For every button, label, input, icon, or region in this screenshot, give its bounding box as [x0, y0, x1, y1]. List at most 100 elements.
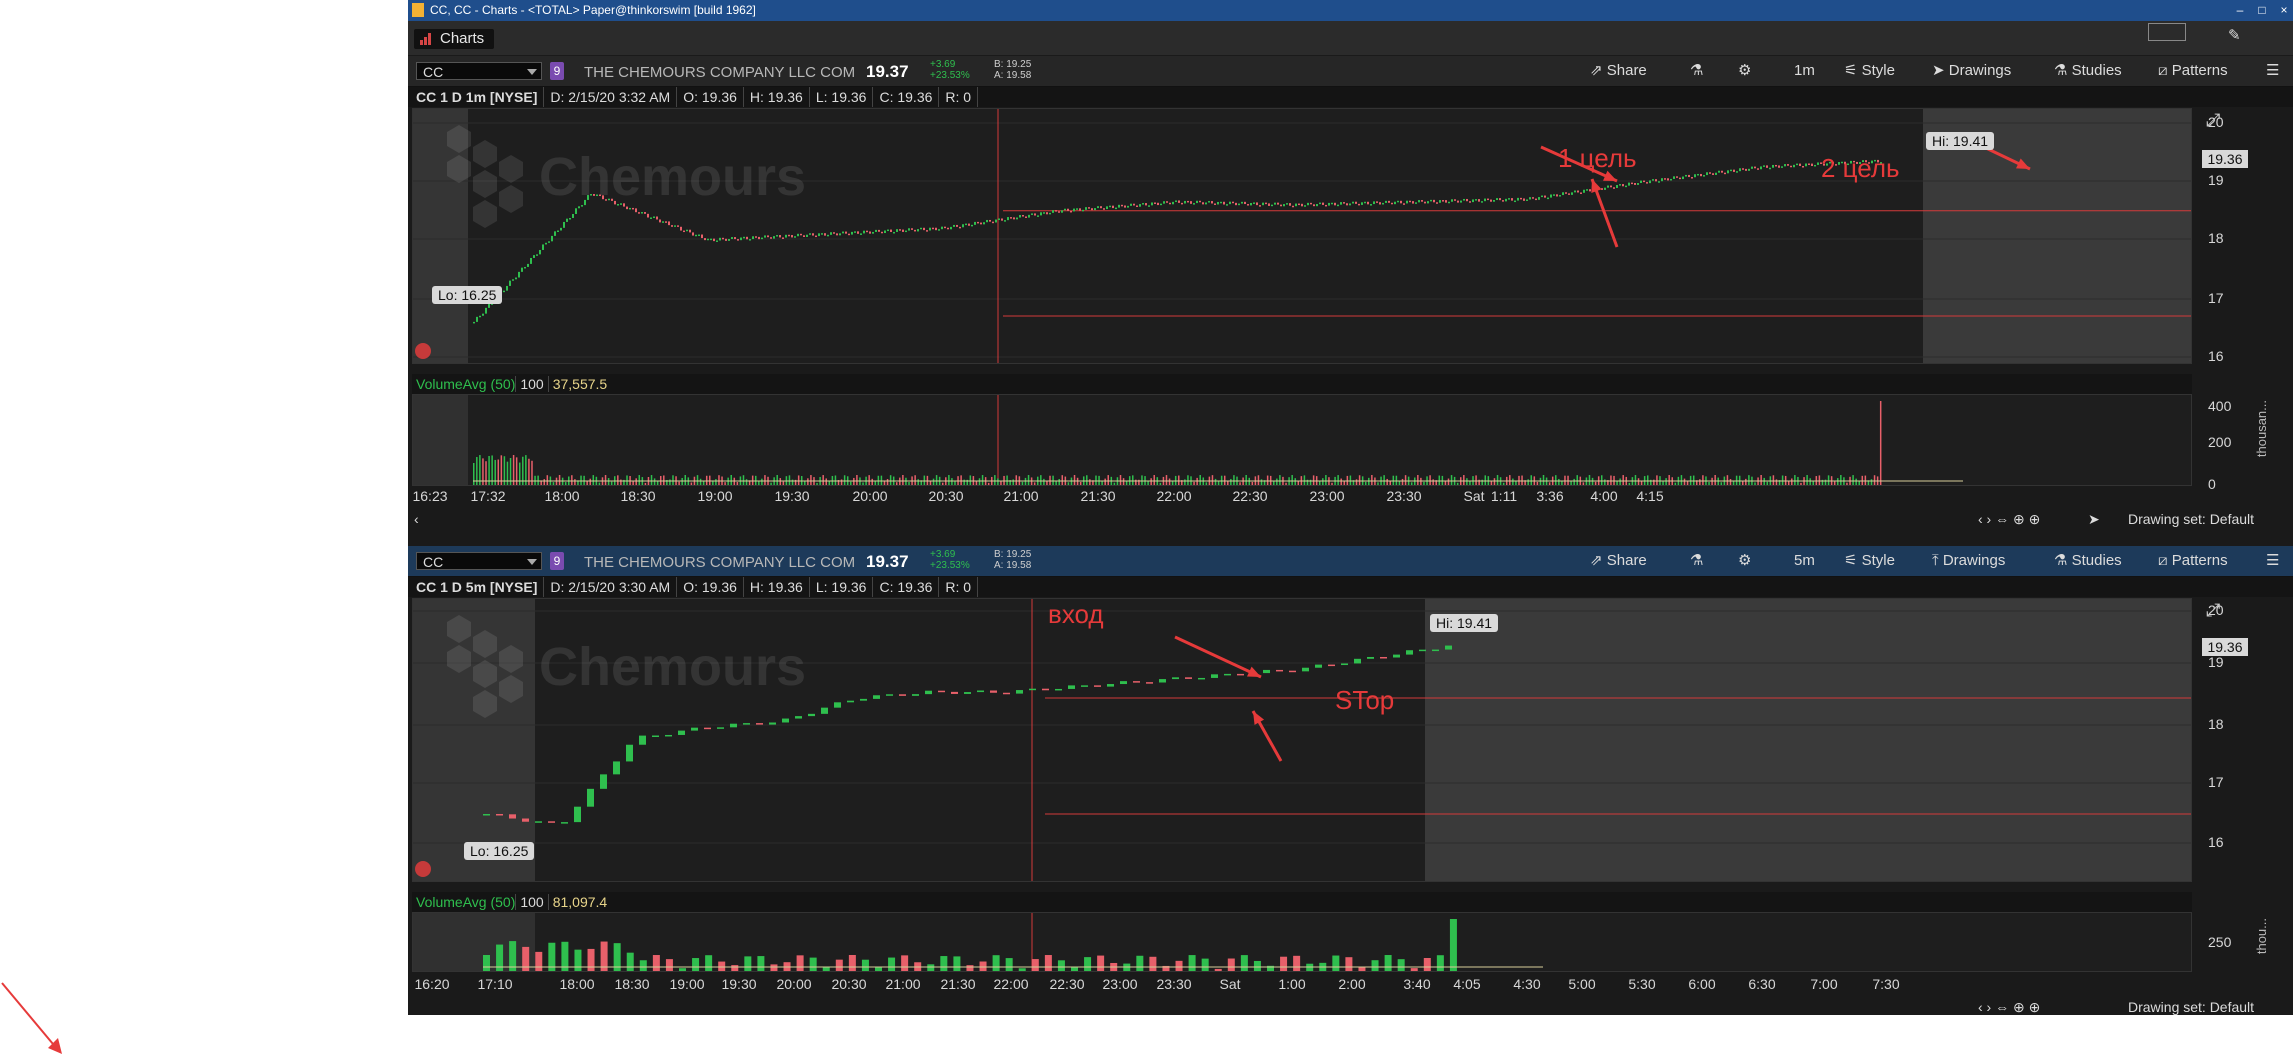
candle — [1439, 200, 1441, 203]
pointer-icon[interactable]: ➤ — [2088, 508, 2100, 530]
volume-bar — [1683, 478, 1686, 485]
drawing-set-label[interactable]: Drawing set: Default — [2128, 508, 2254, 530]
candle — [731, 237, 733, 240]
volume-chart[interactable] — [412, 912, 2192, 972]
symbol-selector[interactable]: CC — [416, 552, 542, 570]
candle — [1478, 199, 1480, 202]
price-axis[interactable]: 20 19 18 17 16 19.36 ⤢ — [2192, 108, 2287, 364]
candle — [1265, 202, 1267, 205]
candle — [1475, 199, 1477, 201]
flask-icon[interactable]: ⚗ — [1690, 546, 1703, 576]
volume-bar — [1573, 478, 1575, 485]
candle — [1796, 163, 1798, 166]
volume-bar — [1150, 478, 1152, 485]
close-button[interactable]: × — [2273, 2, 2293, 18]
price-chart[interactable]: Chemours вход STop — [412, 598, 2192, 882]
flask-icon[interactable]: ⚗ — [1690, 56, 1703, 86]
candle — [860, 698, 867, 701]
candle — [764, 235, 766, 238]
candle — [1315, 664, 1322, 668]
layout-icon[interactable] — [2148, 23, 2186, 41]
style-button[interactable]: ⚟ Style — [1844, 56, 1895, 86]
lo-label: Lo: 16.25 — [432, 286, 503, 304]
volume-bar — [953, 956, 961, 971]
zoom-controls[interactable]: ‹ › ⇔ ⊕ ⊕ — [1978, 996, 2040, 1015]
volume-bar — [1692, 475, 1695, 485]
gear-icon[interactable]: ⚙ — [1738, 56, 1751, 86]
share-button[interactable]: ⇗ Share — [1590, 56, 1647, 86]
volume-bar — [1153, 475, 1155, 485]
studies-button[interactable]: ⚗ Studies — [2054, 546, 2122, 576]
volume-bar — [607, 478, 610, 485]
volume-bar — [1086, 475, 1088, 485]
volume-bar — [632, 481, 634, 485]
drawings-button[interactable]: ⤒ Drawings — [1932, 546, 2005, 576]
candle — [1766, 165, 1768, 168]
volume-bar — [718, 475, 720, 485]
share-button[interactable]: ⇗ Share — [1590, 546, 1647, 576]
price-axis[interactable]: 20 19 18 17 16 19.36 ⤢ — [2192, 598, 2287, 882]
studies-button[interactable]: ⚗ Studies — [2054, 56, 2122, 86]
info-high: H: 19.36 — [744, 87, 810, 107]
candle — [533, 255, 535, 258]
drawings-button[interactable]: ➤ Drawings — [1932, 56, 2011, 86]
app-logo-icon — [412, 3, 424, 17]
expand-icon: ⤢ — [2206, 110, 2221, 130]
minimize-button[interactable]: – — [2229, 2, 2251, 18]
style-button[interactable]: ⚟ Style — [1844, 546, 1895, 576]
patterns-button[interactable]: ⧄ Patterns — [2158, 546, 2228, 576]
price-chart[interactable]: Chemours 1 цель 2 цель — [412, 108, 2192, 364]
tab-charts[interactable]: Charts — [414, 29, 495, 49]
candle — [795, 716, 802, 719]
candle — [1538, 197, 1540, 200]
time-tick-label: 20:30 — [831, 976, 867, 992]
candle — [1094, 685, 1101, 687]
volume-bar — [1397, 959, 1405, 971]
alert-icon — [415, 343, 431, 359]
candle — [1124, 205, 1126, 208]
candle — [1499, 198, 1501, 201]
candle — [1244, 201, 1246, 205]
volume-chart[interactable] — [412, 394, 2192, 486]
patterns-button[interactable]: ⧄ Patterns — [2158, 56, 2228, 86]
volume-tick-label: 200 — [2208, 434, 2232, 450]
candle — [968, 223, 970, 226]
candle — [608, 198, 610, 201]
candle — [1697, 173, 1699, 176]
pin-icon[interactable]: ✎ — [2228, 21, 2241, 51]
volume-bar — [699, 478, 702, 485]
volume-bar — [1031, 959, 1039, 971]
candle — [1166, 201, 1168, 203]
symbol-selector[interactable]: CC — [416, 62, 542, 80]
volume-bar — [653, 478, 656, 485]
candle — [803, 235, 805, 237]
zoom-controls[interactable]: ‹ › ⇔ ⊕ ⊕ — [1978, 508, 2040, 530]
candle — [668, 221, 670, 226]
drawing-set-label[interactable]: Drawing set: Default — [2128, 996, 2254, 1015]
candle — [1385, 200, 1387, 203]
volume-bar — [589, 478, 591, 485]
candle — [947, 227, 949, 230]
candle — [1412, 201, 1414, 204]
maximize-button[interactable]: □ — [2251, 2, 2273, 18]
link-group-button[interactable]: 9 — [550, 552, 564, 570]
interval-button[interactable]: 1m — [1794, 56, 1815, 86]
candle — [545, 242, 547, 245]
menu-icon[interactable]: ☰ — [2266, 56, 2279, 86]
scroll-left-icon[interactable]: ‹ — [414, 508, 419, 530]
volume-bar — [935, 475, 938, 485]
volume-bar — [1067, 482, 1070, 485]
menu-icon[interactable]: ☰ — [2266, 546, 2279, 576]
candle — [1298, 203, 1300, 206]
interval-button[interactable]: 5m — [1794, 546, 1815, 576]
link-group-button[interactable]: 9 — [550, 62, 564, 80]
volume-bar — [635, 478, 637, 485]
volume-bar — [1410, 482, 1413, 485]
gear-icon[interactable]: ⚙ — [1738, 546, 1751, 576]
volume-bar — [1057, 960, 1065, 971]
candle — [1199, 200, 1201, 203]
volume-bar — [1616, 481, 1618, 485]
time-tick-label: 3:36 — [1536, 488, 1564, 504]
chevron-down-icon — [527, 559, 537, 565]
volume-bar — [656, 481, 659, 485]
